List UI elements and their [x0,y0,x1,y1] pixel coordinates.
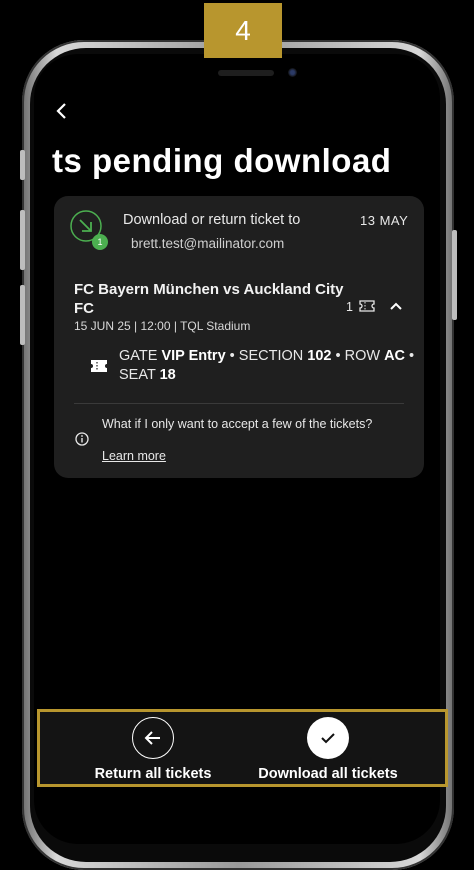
seat-details: GATE VIP Entry • SECTION 102 • ROW AC • … [119,348,415,383]
seat-label: SEAT [119,367,156,383]
phone-power-button [452,230,457,320]
download-all-button[interactable]: Download all tickets [233,712,423,784]
event-meta: 15 JUN 25 | 12:00 | TQL Stadium [74,319,251,333]
event-name: FC Bayern München vs Auckland City FC [74,281,344,317]
notice-count-badge: 1 [92,234,108,250]
notice-text: Download or return ticket to [123,212,301,228]
gate-value: VIP Entry [161,348,226,364]
ticket-count: 1 [346,300,353,314]
row-value: AC [384,348,406,364]
divider [74,403,404,404]
download-all-label: Download all tickets [258,766,398,782]
ticket-icon [359,300,375,312]
notice-email: brett.test@mailinator.com [131,236,285,251]
earpiece-speaker [218,70,274,76]
checkmark-icon [321,733,335,744]
section-value: 102 [307,348,332,364]
seat-ticket-icon [91,360,107,372]
section-label: SECTION [238,348,304,364]
learn-more-link[interactable]: Learn more [102,449,166,463]
row-label: ROW [344,348,381,364]
chevron-up-icon[interactable] [389,300,403,312]
gate-label: GATE [119,348,158,364]
page-title: ts pending download [52,142,392,179]
back-chevron-icon[interactable] [52,101,72,121]
notice-date: 13 MAY [360,213,409,228]
download-circle [307,717,349,759]
seat-value: 18 [159,367,176,383]
faq-question: What if I only want to accept a few of t… [102,417,373,431]
phone-side-button [20,150,25,180]
bottom-action-bar: Return all tickets Download all tickets [37,709,448,787]
return-circle [132,717,174,759]
phone-volume-down [20,285,25,345]
step-badge: 4 [204,3,282,58]
return-all-button[interactable]: Return all tickets [58,712,248,784]
phone-volume-up [20,210,25,270]
return-all-label: Return all tickets [94,766,212,782]
front-camera [288,68,297,77]
arrow-left-icon [144,730,160,745]
info-icon [75,432,89,446]
pending-ticket-card: 1 Download or return ticket to 13 MAY br… [54,196,424,478]
